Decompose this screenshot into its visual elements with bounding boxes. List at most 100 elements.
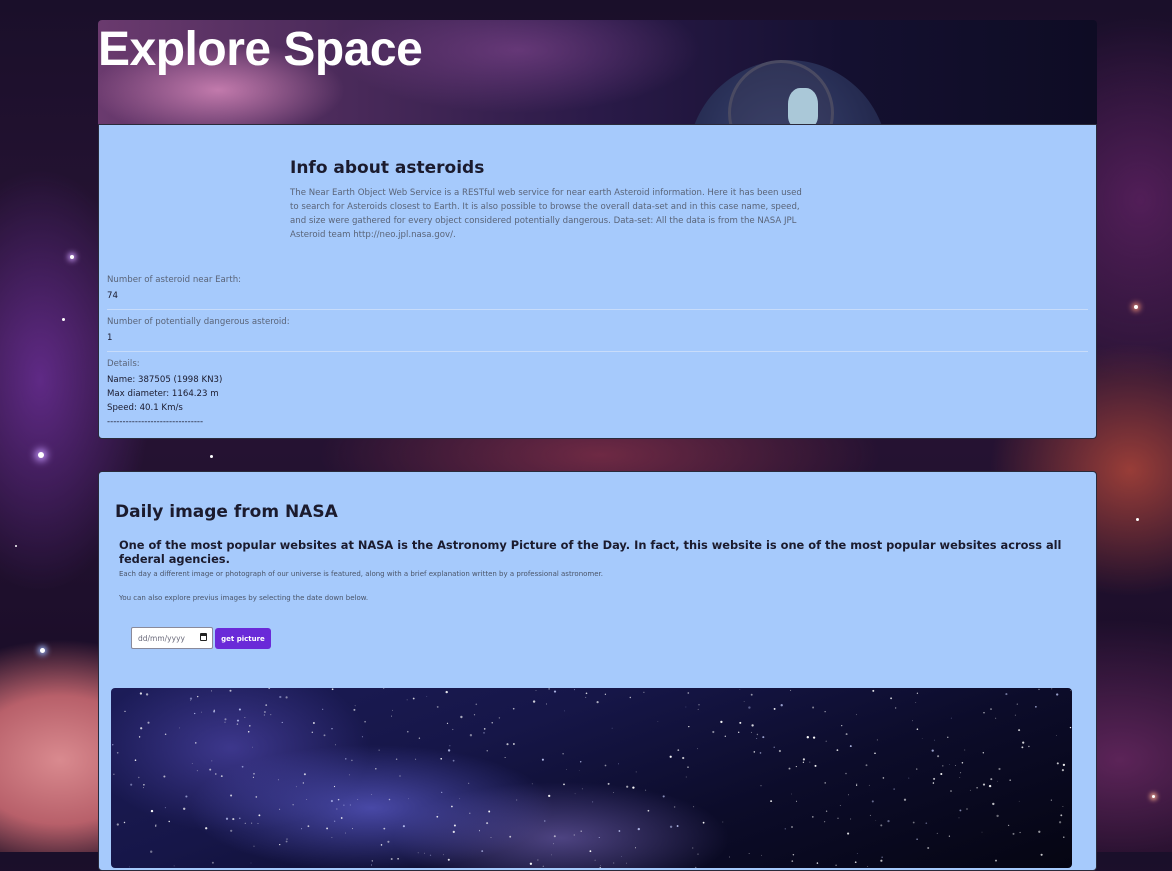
star: [142, 787, 144, 789]
star: [112, 744, 114, 746]
star: [921, 737, 923, 739]
star: [483, 732, 485, 734]
star: [837, 817, 839, 819]
star: [196, 770, 198, 772]
star: [738, 731, 740, 733]
background-star: [40, 648, 45, 653]
star: [916, 728, 919, 730]
star: [129, 866, 130, 868]
star: [215, 773, 217, 775]
star: [436, 705, 439, 708]
star: [475, 703, 478, 706]
star: [415, 758, 417, 760]
star: [998, 767, 1001, 771]
star: [598, 837, 600, 838]
star: [150, 809, 154, 813]
star: [563, 783, 565, 786]
star: [966, 808, 968, 810]
star: [331, 728, 333, 730]
star: [509, 835, 512, 838]
star: [748, 853, 750, 854]
star: [334, 820, 336, 822]
star: [437, 812, 439, 814]
star: [599, 867, 601, 868]
star: [545, 703, 547, 705]
star: [197, 695, 199, 698]
star: [344, 832, 346, 834]
background-star: [70, 255, 74, 259]
details-separator: -------------------------------: [107, 417, 204, 427]
star: [874, 752, 876, 755]
star: [841, 724, 843, 727]
star: [322, 708, 324, 710]
star: [1016, 703, 1018, 705]
star: [183, 807, 186, 810]
star: [488, 810, 491, 813]
star: [1038, 688, 1040, 691]
star: [551, 854, 552, 856]
star: [573, 689, 575, 691]
star: [331, 837, 333, 838]
star: [426, 695, 428, 697]
star: [895, 707, 897, 709]
star: [232, 818, 235, 821]
character-image: [788, 88, 818, 125]
star: [632, 786, 635, 789]
star: [697, 748, 698, 750]
background-star: [15, 545, 17, 547]
star: [739, 721, 742, 724]
star: [688, 725, 690, 728]
star: [959, 809, 962, 812]
star: [486, 822, 489, 825]
star: [383, 827, 386, 830]
star: [760, 785, 762, 787]
star: [147, 721, 150, 724]
star: [311, 731, 313, 733]
star: [849, 745, 852, 748]
dangerous-stat: Number of potentially dangerous asteroid…: [107, 317, 1088, 345]
star: [336, 808, 338, 810]
star: [580, 830, 582, 832]
star: [251, 822, 253, 824]
calendar-icon[interactable]: [200, 633, 207, 641]
star: [934, 739, 935, 741]
star: [548, 794, 551, 798]
star: [1035, 706, 1037, 708]
star: [729, 856, 730, 858]
star: [306, 799, 308, 801]
star: [333, 785, 336, 788]
star: [855, 714, 857, 716]
star: [270, 714, 272, 716]
star: [412, 697, 415, 700]
star: [209, 768, 212, 771]
star: [173, 865, 175, 867]
star: [573, 834, 575, 836]
star: [916, 768, 918, 770]
star: [348, 774, 350, 776]
star: [780, 704, 783, 707]
star: [592, 801, 594, 803]
near-earth-label: Number of asteroid near Earth:: [107, 275, 242, 285]
star: [750, 693, 753, 696]
star: [382, 688, 385, 689]
get-picture-button[interactable]: get picture: [215, 628, 271, 649]
star: [402, 825, 405, 828]
star: [990, 778, 993, 781]
star: [613, 791, 614, 793]
star: [613, 862, 615, 864]
star: [395, 758, 398, 761]
star: [871, 800, 874, 803]
star: [205, 827, 208, 830]
star: [596, 701, 599, 704]
star: [795, 800, 798, 802]
star: [761, 854, 762, 856]
star: [868, 784, 870, 786]
star: [995, 859, 997, 862]
star: [724, 735, 726, 737]
star: [1055, 735, 1057, 736]
star: [331, 688, 334, 691]
star: [265, 704, 268, 706]
star: [486, 750, 488, 752]
background-star: [210, 455, 213, 458]
date-input[interactable]: dd/mm/yyyy: [131, 627, 213, 649]
